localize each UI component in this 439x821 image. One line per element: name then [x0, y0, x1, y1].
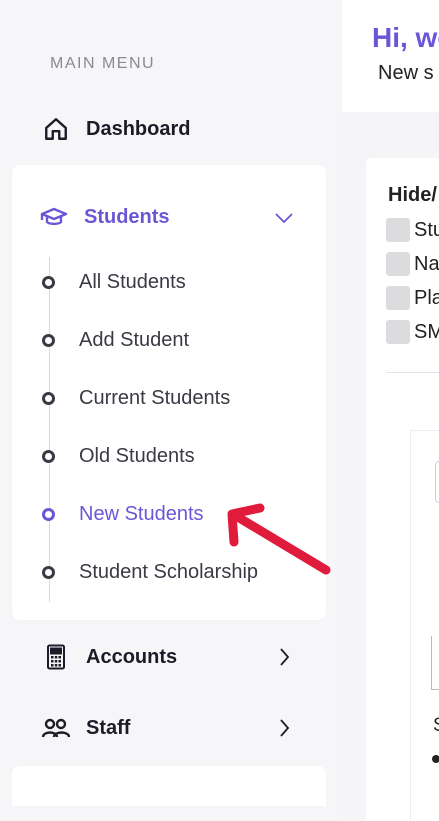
subitem-label: Old Students [79, 445, 195, 467]
sidebar-item-staff[interactable]: Staff [42, 714, 290, 742]
checkbox[interactable] [386, 218, 410, 242]
chevron-right-icon [278, 643, 298, 671]
sidebar-next-card [12, 766, 326, 806]
bullet-icon [42, 450, 55, 463]
page-header: Hi, we New s [342, 0, 439, 112]
bullet-icon [42, 276, 55, 289]
columns-panel: Hide/ Stu Na Pla SM S [366, 158, 439, 821]
sidebar-subitem-add-student[interactable]: Add Student [42, 329, 189, 352]
sidebar-item-students[interactable]: Students [40, 205, 170, 229]
menu-caption: MAIN MENU [50, 55, 156, 72]
column-checkbox[interactable]: Pla [386, 286, 439, 310]
checkbox[interactable] [386, 252, 410, 276]
checkbox[interactable] [386, 320, 410, 344]
subitem-label: Current Students [79, 387, 231, 409]
greeting-title: Hi, we [372, 22, 439, 53]
annotation-arrow [227, 503, 331, 575]
sidebar-subitem-current-students[interactable]: Current Students [42, 387, 230, 410]
hide-columns-label: Hide/ [388, 184, 437, 206]
sidebar-subitem-new-students[interactable]: New Students [42, 503, 204, 526]
column-checkbox[interactable]: Na [386, 252, 439, 276]
bullet-icon [42, 566, 55, 579]
table-card: S [410, 430, 439, 821]
column-checkbox[interactable]: SM [386, 320, 439, 344]
subitem-label: New Students [79, 503, 204, 525]
checkbox-label: Pla [414, 286, 439, 309]
page-subtitle: New s [378, 62, 434, 84]
bullet-icon [42, 334, 55, 347]
bullet-icon [42, 392, 55, 405]
chevron-down-icon[interactable] [274, 211, 294, 230]
checkbox-label: Stu [414, 218, 439, 241]
sidebar-subitem-all-students[interactable]: All Students [42, 271, 186, 294]
subitem-label: All Students [79, 271, 186, 293]
sidebar-item-label: Accounts [86, 645, 178, 668]
checkbox[interactable] [386, 286, 410, 310]
divider [386, 372, 439, 373]
entries-select[interactable] [435, 461, 439, 503]
graduation-cap-icon [40, 205, 68, 229]
home-icon [42, 115, 70, 143]
checkbox-label: SM [414, 320, 439, 343]
bullet-icon [42, 508, 55, 521]
checkbox-label: Na [414, 252, 439, 275]
subitem-label: Add Student [79, 329, 190, 351]
sidebar-item-accounts[interactable]: Accounts [42, 643, 290, 671]
sidebar-item-dashboard[interactable]: Dashboard [42, 115, 190, 143]
main-content: Hi, we New s Hide/ Stu Na Pla SM [342, 0, 439, 821]
chevron-right-icon [278, 714, 298, 742]
sidebar-subitem-old-students[interactable]: Old Students [42, 445, 195, 468]
tree-line [49, 257, 50, 602]
people-icon [42, 714, 70, 742]
page: MAIN MENU Dashboard Students All Student… [0, 0, 439, 821]
table-border [431, 689, 439, 690]
pagination-dot[interactable] [432, 755, 439, 763]
sidebar-item-label: Students [84, 205, 170, 228]
column-checkbox[interactable]: Stu [386, 218, 439, 242]
sidebar-item-label: Staff [86, 716, 131, 739]
sidebar-item-label: Dashboard [86, 117, 191, 140]
calculator-icon [42, 643, 70, 671]
table-border [431, 636, 432, 690]
sidebar: MAIN MENU Dashboard Students All Student… [0, 0, 342, 821]
table-info-text: S [433, 715, 439, 737]
